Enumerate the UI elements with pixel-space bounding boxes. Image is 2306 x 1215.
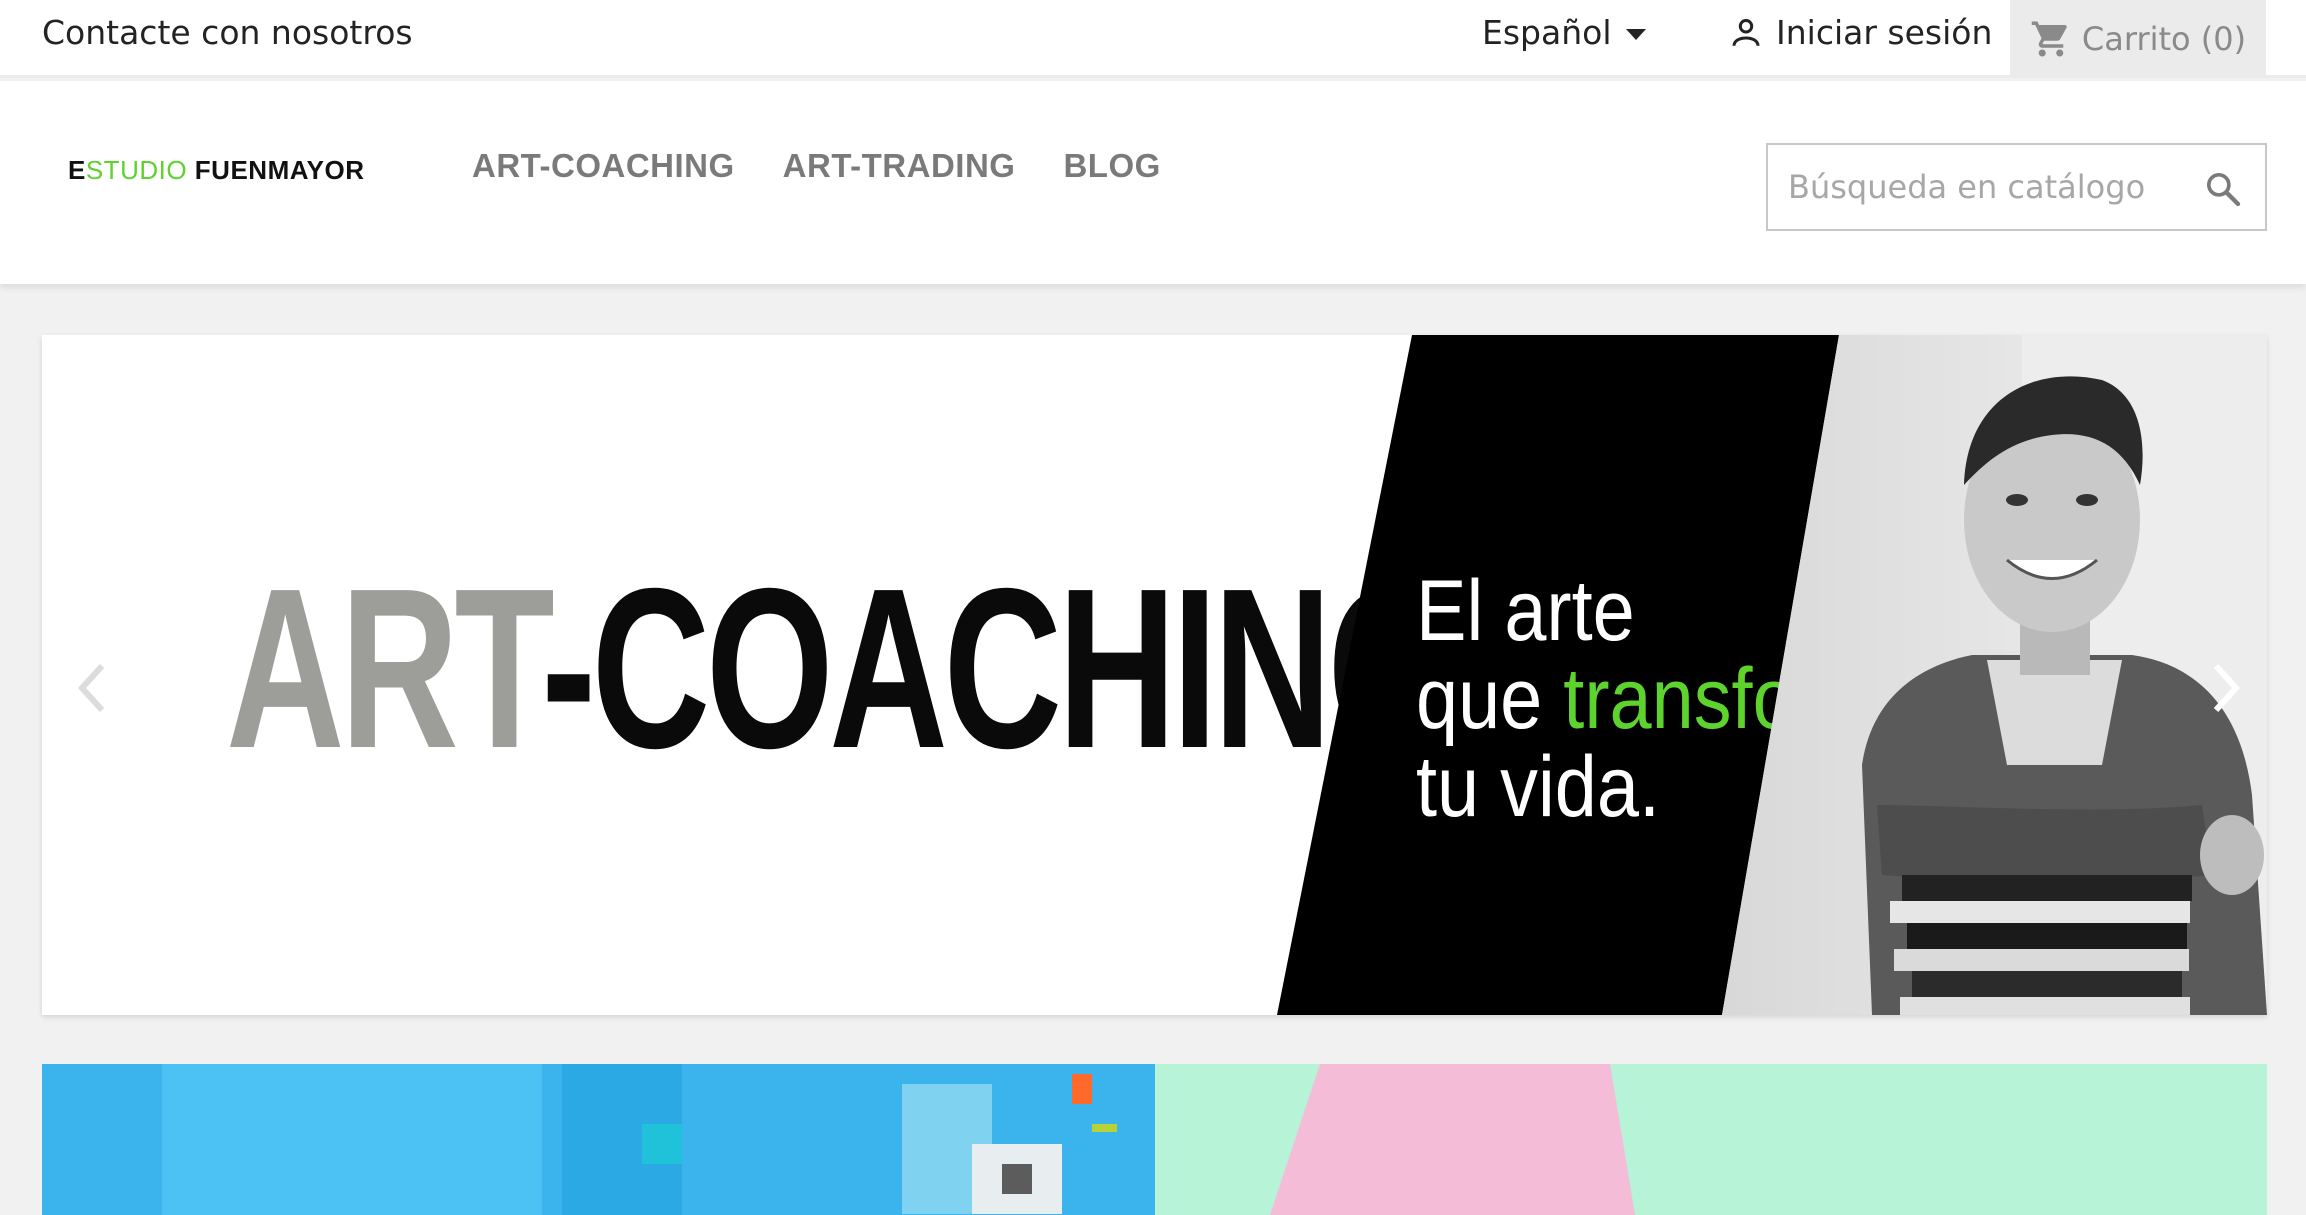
abstract-pink-painting [1155,1064,2267,1215]
carousel-prev[interactable] [62,653,122,723]
cart-label: Carrito [2081,20,2191,58]
logo-text: FUENMAYOR [187,155,365,185]
category-image-art-coaching[interactable] [42,1064,1155,1215]
top-bar: Contacte con nosotros Español Iniciar se… [0,0,2306,78]
logo-letter: E [68,155,86,185]
search-box [1766,143,2267,231]
nav-blog[interactable]: BLOG [1063,147,1160,185]
caret-down-icon [1625,29,1646,40]
abstract-blue-painting [42,1064,1155,1215]
cart-count: (0) [2200,20,2247,58]
logo-green-text: STUDIO [85,155,188,185]
chevron-right-icon [2213,663,2241,713]
cart-icon [2031,21,2067,57]
site-header: ESTUDIO FUENMAYOR ART-COACHING ART-TRADI… [0,81,2306,284]
contact-link[interactable]: Contacte con nosotros [42,13,413,52]
category-image-art-trading[interactable] [1155,1064,2267,1215]
hero-portrait-image [1722,335,2267,1015]
login-link[interactable]: Iniciar sesión [1728,13,1992,52]
login-label: Iniciar sesión [1776,13,1993,52]
nav-art-trading[interactable]: ART-TRADING [783,147,1016,185]
cart-button[interactable]: Carrito (0) [2010,0,2266,78]
chevron-left-icon [77,663,105,713]
hero-carousel[interactable]: ART-COACHING El arte que transformará tu… [42,335,2267,1015]
language-label: Español [1482,13,1612,52]
logo[interactable]: ESTUDIO FUENMAYOR [68,155,364,186]
main-nav: ART-COACHING ART-TRADING BLOG [472,147,1161,185]
nav-art-coaching[interactable]: ART-COACHING [472,147,735,185]
search-icon[interactable] [2203,169,2243,209]
search-input[interactable] [1768,145,2188,229]
language-selector[interactable]: Español [1482,13,1646,52]
user-icon [1732,18,1760,46]
carousel-next[interactable] [2196,653,2256,723]
